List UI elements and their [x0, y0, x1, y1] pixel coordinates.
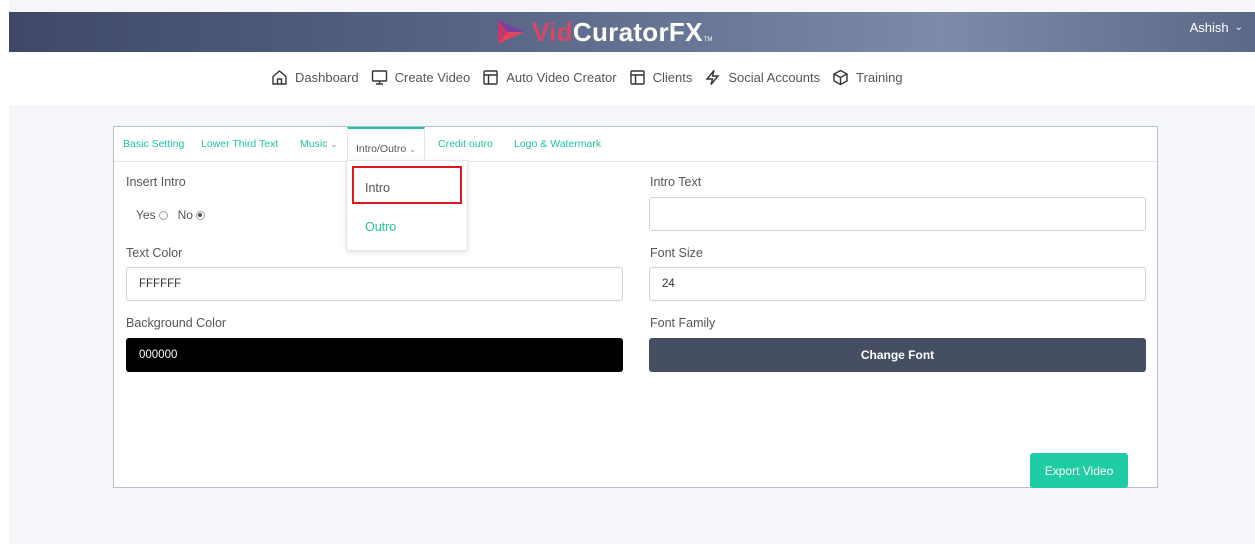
- layout-icon: [483, 70, 498, 85]
- nav-clients-label: Clients: [652, 70, 693, 85]
- chevron-down-icon: ⌄: [330, 140, 338, 149]
- tab-credit-outro[interactable]: Credit outro: [438, 138, 493, 150]
- chevron-down-icon: ⌄: [409, 145, 416, 154]
- intro-outro-dropdown: Intro Outro: [346, 160, 468, 251]
- lightning-icon: [705, 70, 720, 85]
- logo-trademark: TM: [703, 37, 713, 43]
- logo-vid: Vid: [532, 16, 573, 47]
- text-color-input[interactable]: FFFFFF: [126, 267, 623, 301]
- font-family-label: Font Family: [650, 316, 716, 330]
- nav-dashboard-label: Dashboard: [295, 70, 359, 85]
- tab-intro-outro-label: Intro/Outro: [356, 143, 407, 155]
- brand-logo[interactable]: VidCuratorFX TM: [496, 12, 712, 52]
- background-color-input[interactable]: 000000: [126, 338, 623, 372]
- nav-create-video-label: Create Video: [394, 70, 471, 85]
- change-font-button[interactable]: Change Font: [649, 338, 1146, 372]
- radio-no[interactable]: [195, 210, 205, 220]
- export-video-button[interactable]: Export Video: [1030, 453, 1128, 488]
- intro-text-label: Intro Text: [650, 175, 702, 189]
- nav-auto-video-creator-label: Auto Video Creator: [506, 70, 617, 85]
- play-logo-icon: [498, 20, 524, 44]
- radio-yes-label: Yes: [136, 208, 156, 222]
- nav-auto-video-creator[interactable]: Auto Video Creator: [482, 69, 617, 86]
- user-menu[interactable]: Ashish ⌄: [1190, 12, 1243, 42]
- monitor-icon: [371, 70, 387, 85]
- nav-create-video[interactable]: Create Video: [371, 69, 471, 86]
- radio-yes[interactable]: [158, 210, 168, 220]
- user-name: Ashish: [1189, 19, 1229, 35]
- tab-intro-outro[interactable]: Intro/Outro ⌄: [347, 127, 425, 162]
- radio-no-label: No: [177, 208, 193, 222]
- background-color-label: Background Color: [126, 316, 227, 330]
- main-nav: Dashboard Create Video Auto Video Creato…: [0, 52, 1255, 105]
- font-size-label: Font Size: [650, 246, 703, 260]
- font-size-input[interactable]: 24: [649, 267, 1146, 301]
- nav-social-accounts[interactable]: Social Accounts: [704, 69, 820, 86]
- layout-icon: [629, 70, 645, 85]
- chevron-down-icon: ⌄: [1234, 21, 1243, 33]
- tab-music-label: Music: [300, 138, 328, 150]
- top-header: VidCuratorFX TM Ashish ⌄: [9, 12, 1255, 52]
- tab-music[interactable]: Music ⌄: [300, 138, 337, 150]
- nav-dashboard[interactable]: Dashboard: [271, 69, 359, 86]
- dropdown-item-outro[interactable]: Outro: [365, 220, 396, 234]
- dropdown-item-intro[interactable]: Intro: [365, 181, 390, 195]
- insert-intro-radio-group: Yes No: [136, 208, 215, 222]
- home-icon: [272, 70, 287, 85]
- settings-card: Basic Setting Lower Third Text Music ⌄ In…: [113, 126, 1158, 488]
- tab-logo-watermark[interactable]: Logo & Watermark: [514, 138, 601, 150]
- cube-icon: [833, 69, 848, 86]
- nav-social-accounts-label: Social Accounts: [728, 70, 821, 85]
- tab-lower-third-text[interactable]: Lower Third Text: [201, 138, 278, 150]
- intro-text-input[interactable]: [649, 197, 1146, 231]
- tab-basic-setting[interactable]: Basic Setting: [123, 138, 184, 150]
- nav-clients[interactable]: Clients: [629, 69, 693, 86]
- logo-curator: CuratorFX: [572, 16, 703, 47]
- nav-training[interactable]: Training: [832, 69, 903, 86]
- logo-text: VidCuratorFX: [532, 17, 703, 48]
- text-color-label: Text Color: [126, 246, 183, 260]
- insert-intro-label: Insert Intro: [126, 175, 186, 189]
- nav-training-label: Training: [856, 70, 903, 85]
- settings-tabs: Basic Setting Lower Third Text Music ⌄ In…: [114, 127, 1157, 162]
